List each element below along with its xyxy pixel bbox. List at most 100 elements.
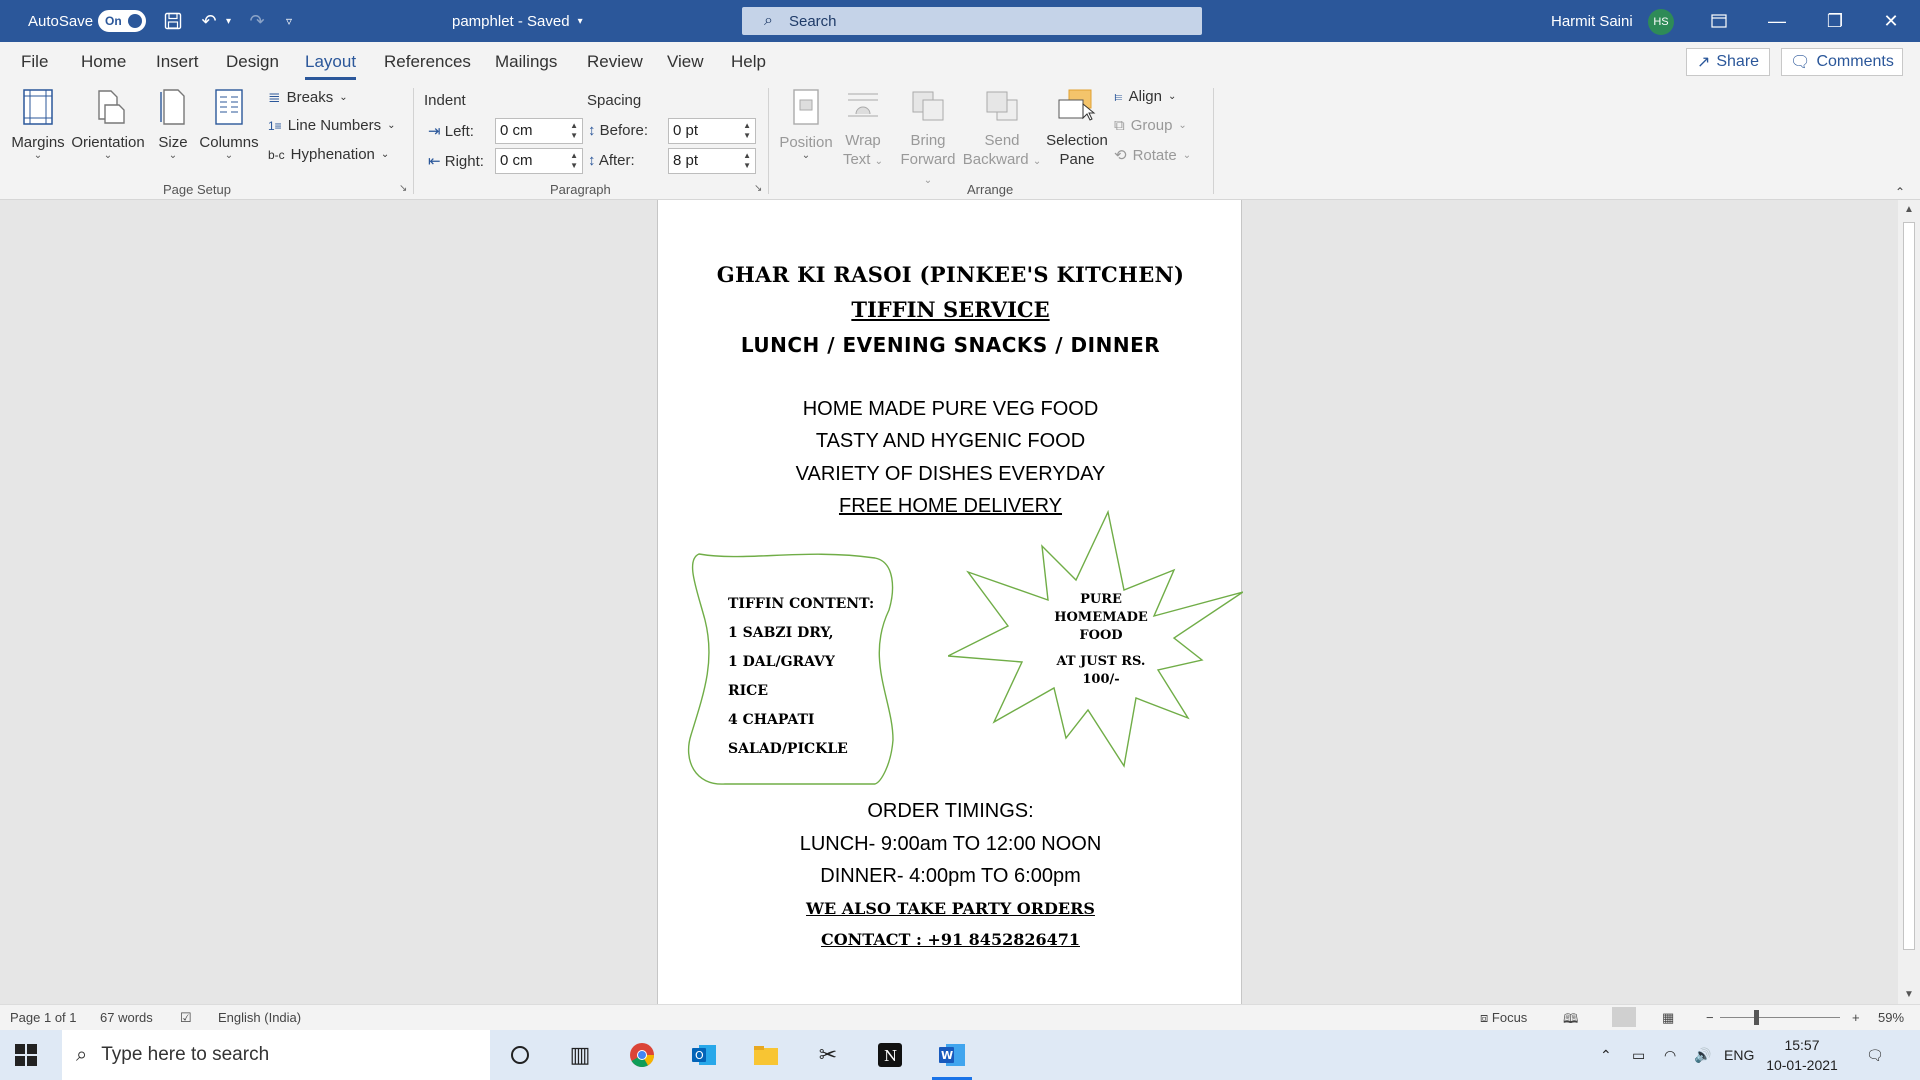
comment-icon: 🗨 [1790,54,1811,71]
columns-button[interactable]: Columns ⌄ [198,88,260,161]
ribbon-display-options-icon[interactable] [1690,0,1748,42]
windows-start-icon[interactable] [14,1043,38,1067]
chrome-icon[interactable] [622,1039,662,1071]
spacing-after-field[interactable]: 8 pt ▲ ▼ [668,148,756,174]
paragraph-group-label: Paragraph [550,182,611,197]
zoom-level[interactable]: 59% [1878,1010,1904,1025]
search-box[interactable]: ⌕ Search [742,7,1202,35]
tab-view[interactable]: View [667,52,704,72]
paragraph-launcher-icon[interactable]: ↘ [754,183,762,194]
tab-insert[interactable]: Insert [156,52,199,72]
document-title[interactable]: pamphlet - Saved ▾ [452,0,583,42]
columns-label: Columns [199,134,259,151]
taskbar-search-placeholder: Type here to search [101,1044,270,1065]
spacing-before-label: ↕ Before: [588,122,649,139]
send-backward-button[interactable]: Send Backward ⌄ [962,88,1042,171]
input-language[interactable]: ENG [1724,1030,1754,1080]
columns-icon [198,88,260,130]
outlook-icon[interactable]: O [684,1039,724,1071]
read-mode-icon[interactable]: 🕮 [1563,1010,1578,1032]
rotate-button[interactable]: ⟲ Rotate ⌄ [1114,146,1191,165]
autosave-toggle[interactable]: On [98,0,146,42]
print-layout-icon[interactable] [1612,1007,1636,1027]
spacing-before-field[interactable]: 0 pt ▲ ▼ [668,118,756,144]
pamphlet-title: GHAR KI RASOI (PINKEE'S KITCHEN) [716,262,1185,287]
size-label: Size [158,134,188,151]
tab-review[interactable]: Review [587,52,643,72]
search-icon: ⌕ [764,12,773,29]
share-icon: ↗ [1696,54,1711,71]
close-icon[interactable]: ✕ [1862,0,1920,42]
breaks-button[interactable]: ≣ Breaks ⌄ [268,88,348,107]
taskbar-clock[interactable]: 15:57 10-01-2021 [1760,1035,1844,1075]
share-button[interactable]: ↗ Share [1686,48,1770,76]
battery-icon[interactable]: ▭ [1632,1030,1645,1080]
page-count[interactable]: Page 1 of 1 [10,1010,77,1025]
margins-button[interactable]: Margins ⌄ [10,88,66,161]
volume-icon[interactable]: 🔊 [1694,1030,1711,1080]
customize-toolbar-icon[interactable]: ▿ [286,0,292,42]
zoom-slider-thumb[interactable] [1754,1010,1759,1025]
word-count[interactable]: 67 words [100,1010,153,1025]
collapse-ribbon-icon[interactable]: ⌃ [1895,185,1905,199]
tab-home[interactable]: Home [81,52,126,72]
language-indicator[interactable]: English (India) [218,1010,301,1025]
page-setup-group-label: Page Setup [163,182,231,197]
tab-help[interactable]: Help [731,52,766,72]
document-page[interactable]: GHAR KI RASOI (PINKEE'S KITCHEN) TIFFIN … [657,200,1243,1004]
cortana-icon[interactable] [500,1039,540,1071]
bring-forward-button[interactable]: Bring Forward ⌄ [896,88,960,190]
minimize-icon[interactable]: — [1748,0,1806,42]
spacing-after-label: ↕ After: [588,152,635,169]
indent-left-field[interactable]: 0 cm ▲ ▼ [495,118,583,144]
group-label: Group [1130,117,1173,134]
save-icon[interactable] [156,0,190,42]
indent-right-field[interactable]: 0 cm ▲ ▼ [495,148,583,174]
notifications-icon[interactable]: 🗨 [1866,1030,1884,1080]
task-view-icon[interactable]: ▥ [560,1039,600,1071]
file-explorer-icon[interactable] [746,1039,786,1071]
undo-dropdown-icon[interactable]: ▾ [226,0,231,42]
wifi-icon[interactable]: ◠ [1664,1030,1676,1080]
orientation-button[interactable]: Orientation ⌄ [68,88,148,161]
zoom-in-icon[interactable]: + [1852,1010,1860,1025]
undo-icon[interactable]: ↶ [192,0,226,42]
page-setup-launcher-icon[interactable]: ↘ [399,183,407,194]
scroll-thumb[interactable] [1903,222,1915,950]
zoom-out-icon[interactable]: − [1706,1010,1714,1025]
scroll-down-icon[interactable]: ▼ [1904,989,1914,1000]
user-name[interactable]: Harmit Saini [1551,0,1633,42]
zoom-slider[interactable] [1720,1017,1840,1018]
comments-button[interactable]: 🗨 Comments [1781,48,1903,76]
tab-design[interactable]: Design [226,52,279,72]
proofing-icon[interactable]: ☑ [180,1010,192,1026]
tab-references[interactable]: References [384,52,471,72]
notion-icon[interactable]: N [870,1039,910,1071]
snipping-tool-icon[interactable]: ✂ [808,1039,848,1071]
web-layout-icon[interactable]: ▦ [1662,1010,1674,1026]
ribbon-tabs: File Home Insert Design Layout Reference… [0,42,1920,82]
group-button[interactable]: ⧉ Group ⌄ [1114,117,1187,134]
redo-icon[interactable]: ↷ [240,0,274,42]
word-icon[interactable]: W [932,1039,972,1080]
vertical-scrollbar[interactable]: ▲ ▼ [1898,200,1920,1004]
focus-button[interactable]: ⧈ Focus [1480,1010,1527,1026]
bring-forward-icon [896,88,960,127]
selection-pane-button[interactable]: Selection Pane [1044,88,1110,169]
show-hidden-icons-icon[interactable]: ⌃ [1600,1030,1612,1080]
avatar[interactable]: HS [1648,9,1674,35]
position-button[interactable]: Position ⌄ [776,88,836,161]
list-item: SALAD/PICKLE [728,741,848,757]
hyphenation-button[interactable]: b‑c Hyphenation ⌄ [268,146,389,163]
restore-icon[interactable]: ❐ [1806,0,1864,42]
size-button[interactable]: Size ⌄ [152,88,194,161]
meals-line: LUNCH / EVENING SNACKS / DINNER [740,333,1161,357]
align-button[interactable]: ⫢ Align ⌄ [1114,88,1176,105]
wrap-text-button[interactable]: Wrap Text ⌄ [838,88,888,171]
tab-mailings[interactable]: Mailings [495,52,557,72]
line-numbers-button[interactable]: 1≡ Line Numbers ⌄ [268,117,395,134]
taskbar-search-box[interactable]: ⌕ Type here to search [62,1030,490,1080]
tab-layout[interactable]: Layout [305,52,357,80]
tab-file[interactable]: File [21,52,48,72]
scroll-up-icon[interactable]: ▲ [1904,204,1914,215]
